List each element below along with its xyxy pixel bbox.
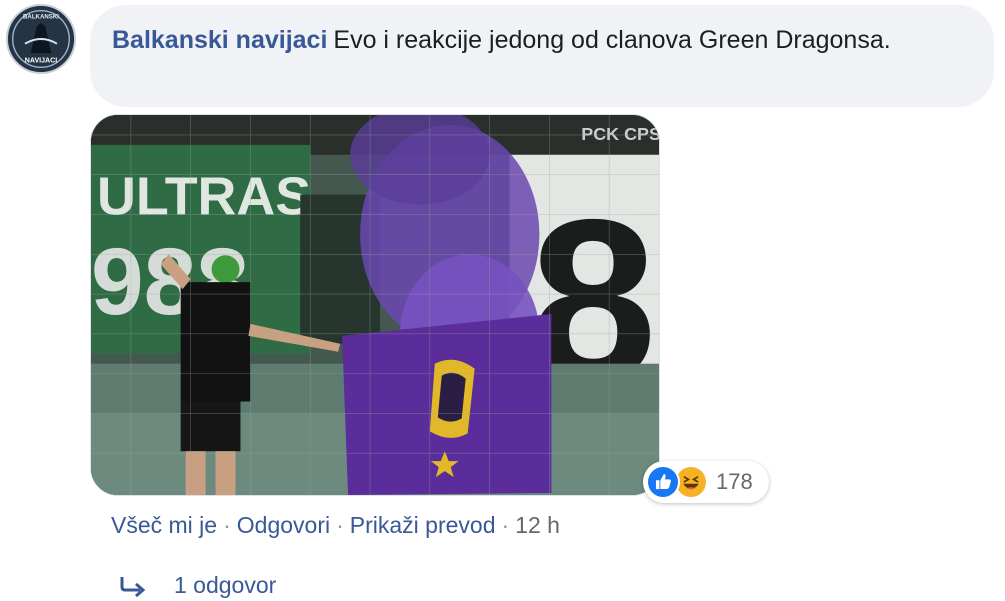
photo-corner-text: PCK CPS xyxy=(581,124,659,144)
reply-button[interactable]: Odgovori xyxy=(237,512,330,538)
separator-dot: · xyxy=(223,512,231,538)
reply-arrow-icon xyxy=(120,576,146,597)
comment-photo[interactable]: ULTRAS 988 8 PCK CPS xyxy=(90,114,660,496)
separator-dot: · xyxy=(336,512,344,538)
reactions-summary[interactable]: 178 xyxy=(643,461,769,503)
comment-text: Evo i reakcije jedong od clanova Green D… xyxy=(333,26,891,54)
like-icon xyxy=(646,465,680,499)
comment-timestamp[interactable]: 12 h xyxy=(515,512,560,538)
avatar-bottom-text: NAVIJACI xyxy=(25,58,57,65)
comment-author[interactable]: Balkanski navijaci xyxy=(112,26,327,54)
comment-actions: Všeč mi je · Odgovori · Prikaži prevod · 12 h xyxy=(111,512,560,539)
replies-label[interactable]: 1 odgovor xyxy=(174,572,276,599)
reaction-count: 178 xyxy=(716,469,753,494)
avatar[interactable]: BALKANSKI NAVIJACI xyxy=(6,4,76,74)
comment-bubble: Balkanski navijaci Evo i reakcije jedong … xyxy=(90,5,994,107)
photo-banner-left: ULTRAS xyxy=(97,167,311,227)
avatar-top-text: BALKANSKI xyxy=(23,13,59,20)
view-replies-link[interactable]: 1 odgovor xyxy=(118,572,276,599)
translate-button[interactable]: Prikaži prevod xyxy=(350,512,496,538)
like-button[interactable]: Všeč mi je xyxy=(111,512,217,538)
separator-dot: · xyxy=(501,512,510,538)
